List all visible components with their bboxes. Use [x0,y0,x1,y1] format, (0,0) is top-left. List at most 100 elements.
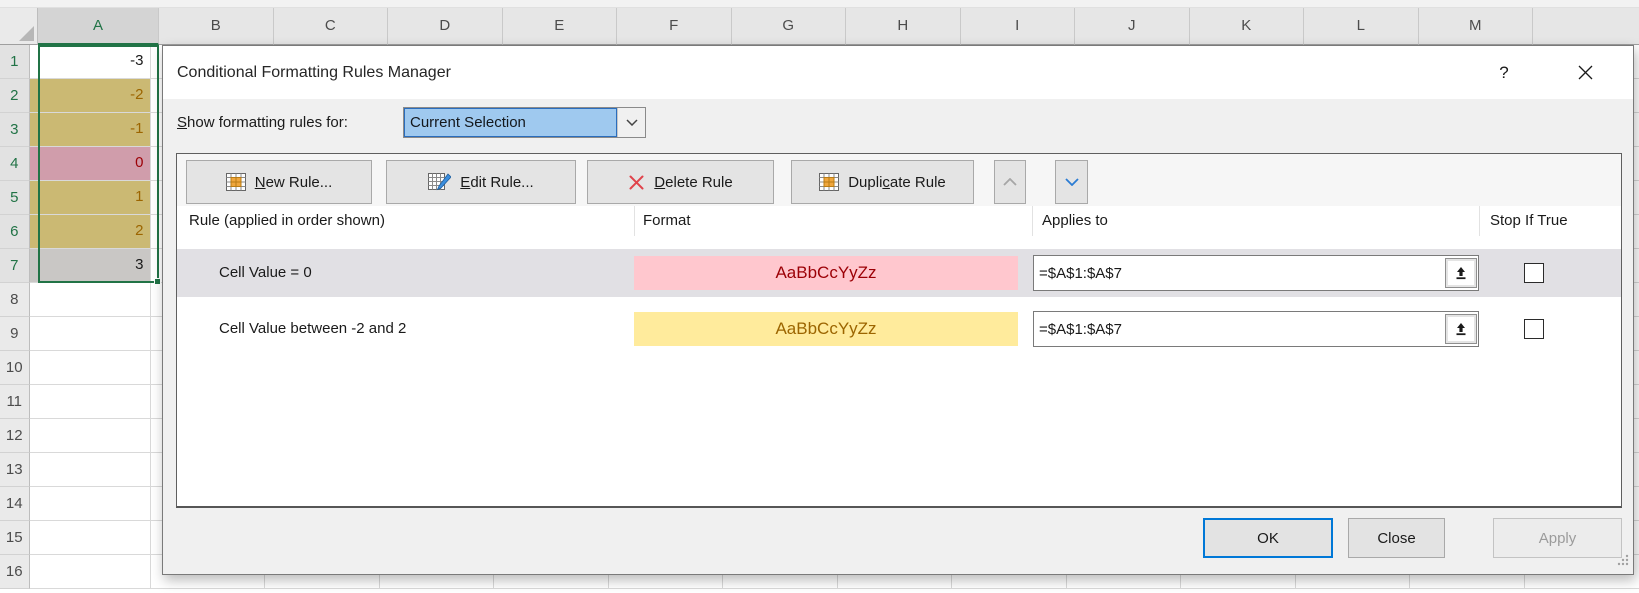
column-header-K[interactable]: K [1190,8,1305,45]
row-header-14[interactable]: 14 [0,487,30,521]
help-button[interactable]: ? [1487,46,1521,99]
header-stop-if-true: Stop If True [1490,204,1568,238]
row-header-15[interactable]: 15 [0,521,30,555]
rule-format-preview: AaBbCcYyZz [634,256,1018,290]
applies-to-field [1033,255,1479,291]
delete-rule-button[interactable]: Delete Rule [587,160,774,204]
edit-rule-button[interactable]: Edit Rule... [386,160,576,204]
row-header-16[interactable]: 16 [0,555,30,589]
cell-A4[interactable]: 0 [30,147,151,181]
column-headers: ABCDEFGHIJKLM [0,8,1639,45]
collapse-dialog-button[interactable] [1445,314,1477,344]
rule-row[interactable]: Cell Value = 0 AaBbCcYyZz [177,249,1621,297]
cell-A2[interactable]: -2 [30,79,151,113]
row-header-7[interactable]: 7 [0,249,30,283]
applies-to-field [1033,311,1479,347]
header-applies-to: Applies to [1042,204,1108,238]
row-header-2[interactable]: 2 [0,79,30,113]
cell-A1[interactable]: -3 [30,45,151,79]
close-dialog-button[interactable]: Close [1348,518,1445,558]
cell-A12[interactable] [30,419,151,453]
column-header-F[interactable]: F [617,8,732,45]
row-header-3[interactable]: 3 [0,113,30,147]
table-icon [226,173,246,191]
column-header-G[interactable]: G [732,8,847,45]
range-picker-icon [1454,322,1468,336]
column-header-M[interactable]: M [1419,8,1534,45]
column-header-I[interactable]: I [961,8,1076,45]
rules-list-panel: New Rule... Edit Rule... Delete Rule [176,153,1622,508]
close-icon [1578,65,1593,80]
duplicate-rule-label: Duplicate Rule [848,174,946,191]
row-header-13[interactable]: 13 [0,453,30,487]
close-button[interactable] [1565,46,1605,99]
cell-A5[interactable]: 1 [30,181,151,215]
header-format: Format [643,204,691,238]
cell-A10[interactable] [30,351,151,385]
sheet-top-strip [0,0,1639,8]
cell-A16[interactable] [30,555,151,589]
column-header-H[interactable]: H [846,8,961,45]
row-header-5[interactable]: 5 [0,181,30,215]
row-header-9[interactable]: 9 [0,317,30,351]
table-pencil-icon [428,173,451,192]
rule-row[interactable]: Cell Value between -2 and 2 AaBbCcYyZz [177,305,1621,353]
applies-to-input[interactable] [1034,256,1445,290]
cf-rules-manager-dialog: Conditional Formatting Rules Manager ? S… [162,45,1634,575]
header-rule: Rule (applied in order shown) [189,204,385,238]
column-header-J[interactable]: J [1075,8,1190,45]
select-all-corner[interactable] [0,8,38,45]
range-picker-icon [1454,266,1468,280]
ok-button[interactable]: OK [1203,518,1333,558]
column-divider [634,206,635,236]
row-header-1[interactable]: 1 [0,45,30,79]
cell-A15[interactable] [30,521,151,555]
rule-format-preview: AaBbCcYyZz [634,312,1018,346]
column-header-filler [1533,8,1639,45]
stop-if-true-checkbox[interactable] [1524,263,1544,283]
stop-if-true-checkbox[interactable] [1524,319,1544,339]
column-divider [1032,206,1033,236]
edit-rule-label: Edit Rule... [460,174,533,191]
move-rule-down-button[interactable] [1055,160,1088,204]
column-header-A[interactable]: A [38,8,159,45]
table-icon [819,173,839,191]
cell-A6[interactable]: 2 [30,215,151,249]
column-header-E[interactable]: E [503,8,618,45]
cell-A7[interactable]: 3 [30,249,151,283]
cell-A9[interactable] [30,317,151,351]
show-rules-label: Show formatting rules for: [177,114,348,131]
resize-grip-icon[interactable] [1616,553,1629,571]
column-header-D[interactable]: D [388,8,503,45]
row-header-12[interactable]: 12 [0,419,30,453]
column-header-B[interactable]: B [159,8,274,45]
new-rule-button[interactable]: New Rule... [186,160,372,204]
new-rule-label: New Rule... [255,174,333,191]
dialog-title: Conditional Formatting Rules Manager [177,46,451,99]
row-headers: 12345678910111213141516 [0,45,30,589]
row-header-10[interactable]: 10 [0,351,30,385]
cell-A8[interactable] [30,283,151,317]
dropdown-selected-value: Current Selection [404,108,617,137]
column-header-L[interactable]: L [1304,8,1419,45]
cell-A3[interactable]: -1 [30,113,151,147]
move-rule-up-button[interactable] [994,160,1026,204]
chevron-down-icon [1065,178,1079,186]
applies-to-input[interactable] [1034,312,1445,346]
cell-A13[interactable] [30,453,151,487]
dialog-titlebar: Conditional Formatting Rules Manager ? [163,46,1633,99]
show-rules-dropdown[interactable]: Current Selection [403,107,646,138]
delete-rule-label: Delete Rule [654,174,732,191]
cell-A11[interactable] [30,385,151,419]
collapse-dialog-button[interactable] [1445,258,1477,288]
row-header-8[interactable]: 8 [0,283,30,317]
row-header-4[interactable]: 4 [0,147,30,181]
rule-description: Cell Value = 0 [219,249,312,297]
duplicate-rule-button[interactable]: Duplicate Rule [791,160,974,204]
row-header-11[interactable]: 11 [0,385,30,419]
row-header-6[interactable]: 6 [0,215,30,249]
chevron-down-icon[interactable] [617,108,645,137]
cell-A14[interactable] [30,487,151,521]
column-header-C[interactable]: C [274,8,389,45]
apply-button[interactable]: Apply [1493,518,1622,558]
